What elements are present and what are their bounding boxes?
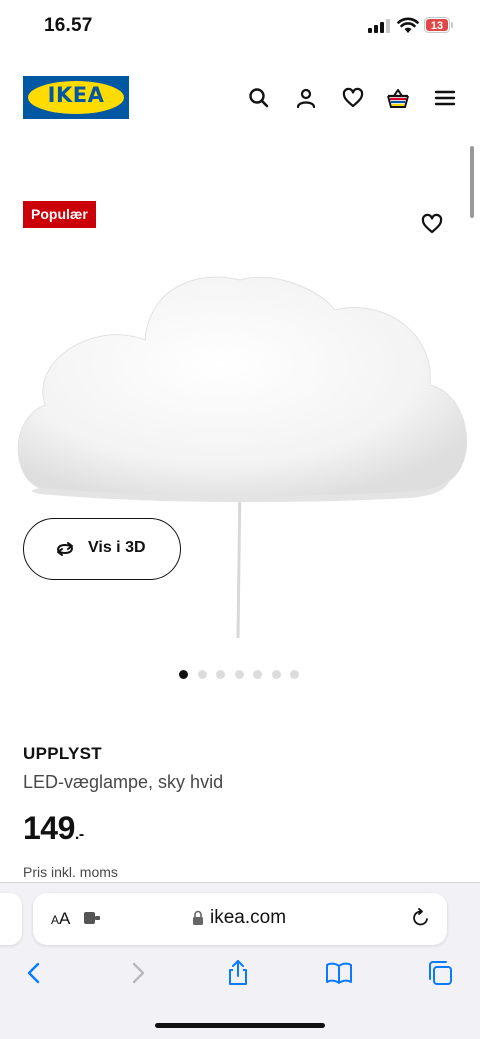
account-icon[interactable]: [294, 86, 318, 110]
menu-icon[interactable]: [433, 86, 457, 110]
reload-icon[interactable]: [410, 907, 432, 929]
address-bar[interactable]: AA ikea.com: [33, 893, 447, 945]
basket-icon[interactable]: [386, 86, 410, 110]
share-icon[interactable]: [224, 959, 252, 987]
wifi-icon: [397, 17, 419, 33]
gallery-dot[interactable]: [290, 670, 299, 679]
gallery-dot[interactable]: [179, 670, 188, 679]
gallery-dot[interactable]: [271, 670, 281, 679]
extension-icon[interactable]: [83, 910, 101, 926]
forward-icon[interactable]: [124, 959, 152, 987]
browser-bottom-bar: AA ikea.com: [0, 882, 480, 1039]
battery-level: 13: [431, 20, 443, 32]
vat-note: Pris inkl. moms: [23, 864, 118, 880]
text-size-small: A: [51, 913, 60, 927]
gallery-dot[interactable]: [234, 670, 244, 679]
logo-text: IKEA: [47, 83, 105, 107]
product-name: UPPLYST: [23, 744, 102, 763]
price-value: 149: [23, 810, 75, 846]
gallery-dot[interactable]: [216, 670, 225, 679]
search-icon[interactable]: [247, 86, 271, 110]
favorite-heart-icon[interactable]: [420, 212, 444, 236]
rotate-3d-icon: [57, 542, 73, 556]
view-3d-button[interactable]: Vis i 3D: [23, 518, 181, 580]
text-size-button[interactable]: AA: [51, 909, 70, 929]
back-icon[interactable]: [20, 959, 48, 987]
previous-tab-preview[interactable]: [0, 893, 22, 945]
product-description: LED-væglampe, sky hvid: [23, 772, 224, 792]
text-size-large: A: [59, 909, 71, 928]
status-time: 16.57: [44, 15, 93, 36]
lock-icon: [193, 910, 203, 925]
heart-icon[interactable]: [341, 86, 365, 110]
battery-icon: 13: [424, 17, 453, 33]
site-header: IKEA: [0, 70, 480, 126]
home-indicator: [155, 1023, 325, 1028]
gallery-dot[interactable]: [253, 670, 262, 679]
cellular-signal-icon: [368, 19, 390, 33]
product-gallery[interactable]: Populær Vis i 3D: [0, 140, 480, 645]
status-bar: 16.57 13: [0, 0, 480, 52]
bookmarks-icon[interactable]: [325, 959, 353, 987]
price-suffix: .-: [74, 826, 84, 843]
popular-badge: Populær: [23, 201, 96, 228]
tabs-icon[interactable]: [426, 959, 454, 987]
url-text[interactable]: ikea.com: [210, 907, 286, 929]
ikea-logo[interactable]: IKEA: [23, 76, 129, 119]
product-price: 149.-: [23, 810, 84, 847]
view-3d-label: Vis i 3D: [88, 539, 146, 556]
gallery-dot[interactable]: [197, 670, 207, 679]
